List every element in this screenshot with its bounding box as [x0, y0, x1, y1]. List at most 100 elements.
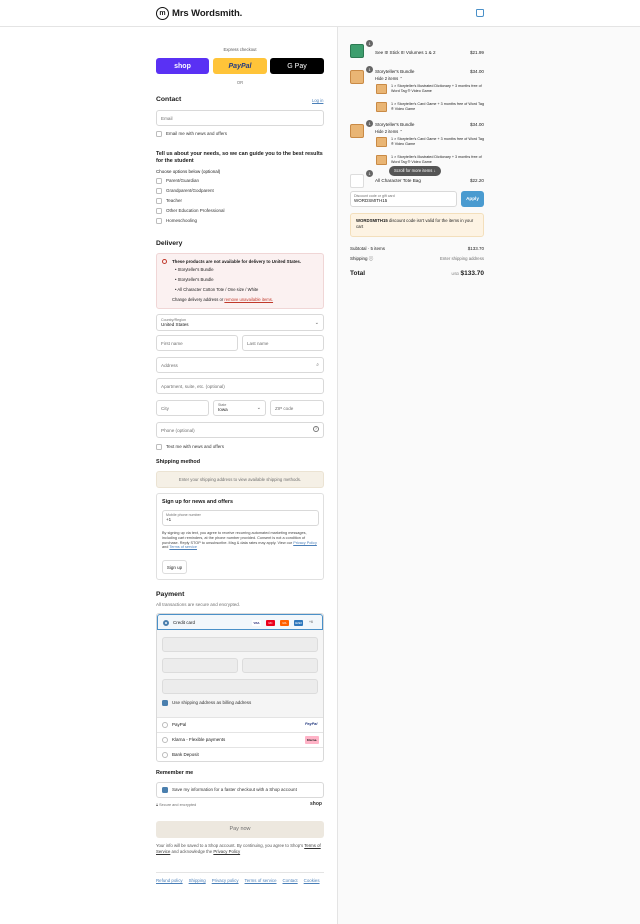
- shipping-link[interactable]: Shipping: [189, 878, 206, 883]
- signup-phone-input[interactable]: Mobile phone number +1: [162, 510, 319, 526]
- option-checkbox[interactable]: [156, 208, 162, 214]
- option-label: Teacher: [166, 198, 183, 203]
- expiry-input[interactable]: [162, 658, 238, 673]
- amex-icon: AMEX: [294, 620, 303, 626]
- product-price: $22.20: [469, 178, 484, 183]
- sub-product-image: [376, 137, 387, 147]
- cvv-input[interactable]: [242, 658, 318, 673]
- credit-card-radio[interactable]: [163, 620, 169, 626]
- state-select[interactable]: State Iowa ⌄: [213, 400, 266, 416]
- email-news-checkbox[interactable]: [156, 131, 162, 137]
- option-checkbox[interactable]: [156, 178, 162, 184]
- apply-discount-button[interactable]: Apply: [461, 191, 484, 207]
- country-value: United States: [161, 322, 189, 327]
- header: m Mrs Wordsmith.: [0, 0, 640, 27]
- first-name-input[interactable]: First name: [156, 335, 238, 351]
- shop-privacy-link[interactable]: Privacy Policy: [213, 849, 240, 854]
- sub-product-name: 1 × Storyteller's Card Game + 3 months f…: [391, 137, 485, 146]
- shop-pay-button[interactable]: shop: [156, 58, 209, 74]
- scroll-more-pill[interactable]: Scroll for more items ↓: [389, 166, 441, 176]
- hide-items-toggle[interactable]: Hide 2 items ⌃: [375, 129, 403, 134]
- pay-now-button[interactable]: Pay now: [156, 821, 324, 838]
- lock-icon: 🔒︎: [156, 803, 159, 807]
- chevron-up-icon: ⌃: [399, 129, 403, 134]
- contact-link[interactable]: Contact: [283, 878, 298, 883]
- subtotal-value: $133.70: [467, 246, 484, 251]
- bank-deposit-radio[interactable]: [162, 752, 168, 758]
- paypal-option[interactable]: PayPal PayPal: [157, 717, 323, 732]
- product-name: Storyteller's Bundle: [375, 69, 415, 74]
- product-name: See It! Stick It! Volumes 1 & 2: [375, 50, 436, 55]
- cookies-link[interactable]: Cookies: [304, 878, 320, 883]
- product-name: Storyteller's Bundle: [375, 122, 415, 127]
- info-icon[interactable]: ⓘ: [369, 256, 374, 261]
- brand-name: Mrs Wordsmith.: [172, 8, 243, 19]
- paypal-express-button[interactable]: PayPal: [213, 58, 267, 74]
- privacy-link[interactable]: Privacy Policy: [293, 541, 317, 545]
- privacy-policy-link[interactable]: Privacy policy: [212, 878, 239, 883]
- klarna-radio[interactable]: [162, 737, 168, 743]
- paypal-radio[interactable]: [162, 722, 168, 728]
- paypal-logo-icon: PayPal: [305, 722, 318, 726]
- discount-input[interactable]: Discount code or gift card WORDSMITH15: [350, 191, 457, 207]
- refund-policy-link[interactable]: Refund policy: [156, 878, 183, 883]
- login-link[interactable]: Log in: [312, 98, 323, 103]
- billing-same-label: Use shipping address as billing address: [172, 700, 252, 705]
- sub-product-image: [376, 102, 387, 112]
- shipping-method-heading: Shipping method: [156, 459, 201, 465]
- google-pay-button[interactable]: G Pay: [270, 58, 324, 74]
- shipping-summary-label: Shipping ⓘ: [350, 256, 374, 261]
- signup-button[interactable]: Sign up: [162, 560, 187, 574]
- billing-same-checkbox[interactable]: [162, 700, 168, 706]
- cart-icon[interactable]: [476, 9, 484, 17]
- sub-product-image: [376, 84, 387, 94]
- text-news-label: Text me with news and offers: [166, 444, 224, 449]
- zip-input[interactable]: ZIP code: [270, 400, 324, 416]
- sub-product-name: 1 × Storyteller's Illustrated Dictionary…: [391, 84, 482, 93]
- maestro-icon: MA: [280, 620, 289, 626]
- card-number-input[interactable]: [162, 637, 318, 652]
- needs-subtitle: Choose options below (optional): [156, 169, 221, 174]
- option-label: Homeschooling: [166, 218, 198, 223]
- help-icon[interactable]: ?: [313, 426, 319, 432]
- payment-heading: Payment: [156, 591, 185, 598]
- bank-deposit-label: Bank Deposit: [172, 752, 199, 757]
- country-select[interactable]: Country/Region United States ⌄: [156, 314, 324, 331]
- product-image: [350, 70, 364, 84]
- save-info-checkbox[interactable]: [162, 787, 168, 793]
- email-input[interactable]: Email: [156, 110, 324, 126]
- chevron-down-icon: ⌄: [314, 320, 319, 326]
- brand-logo[interactable]: m Mrs Wordsmith.: [156, 7, 242, 20]
- option-checkbox[interactable]: [156, 198, 162, 204]
- option-checkbox[interactable]: [156, 188, 162, 194]
- contact-heading: Contact: [156, 96, 182, 103]
- address-input[interactable]: Address ⌕: [156, 357, 324, 373]
- chevron-up-icon: ⌃: [399, 76, 403, 81]
- terms-of-service-link[interactable]: Terms of service: [245, 878, 277, 883]
- quantity-badge: 1: [366, 120, 373, 127]
- total-value: USD $133.70: [440, 270, 484, 277]
- state-value: Iowa: [218, 407, 228, 412]
- remove-unavailable-link[interactable]: remove unavailable items.: [224, 297, 273, 302]
- currency-code: USD: [451, 272, 460, 276]
- credit-card-option[interactable]: Credit card VISA MC MA AMEX +6: [157, 614, 323, 630]
- signup-box: Sign up for news and offers Mobile phone…: [156, 493, 324, 580]
- phone-input[interactable]: Phone (optional) ?: [156, 422, 324, 438]
- hide-items-toggle[interactable]: Hide 2 items ⌃: [375, 76, 403, 81]
- option-checkbox[interactable]: [156, 218, 162, 224]
- bank-deposit-option[interactable]: Bank Deposit: [157, 747, 323, 762]
- product-image: [350, 124, 364, 138]
- last-name-input[interactable]: Last name: [242, 335, 324, 351]
- paypal-label: PayPal: [172, 722, 187, 727]
- needs-heading: Tell us about your needs, so we can guid…: [156, 151, 323, 164]
- terms-link[interactable]: Terms of service: [169, 545, 197, 549]
- signup-phone-value: +1: [166, 517, 172, 522]
- text-news-checkbox[interactable]: [156, 444, 162, 450]
- city-input[interactable]: City: [156, 400, 209, 416]
- klarna-option[interactable]: Klarna - Flexible payments Klarna.: [157, 732, 323, 747]
- apartment-input[interactable]: Apartment, suite, etc. (optional): [156, 378, 324, 394]
- delivery-heading: Delivery: [156, 240, 183, 247]
- name-on-card-input[interactable]: [162, 679, 318, 694]
- shipping-placeholder: Enter your shipping address to view avai…: [156, 471, 324, 488]
- sub-product-image: [376, 155, 387, 165]
